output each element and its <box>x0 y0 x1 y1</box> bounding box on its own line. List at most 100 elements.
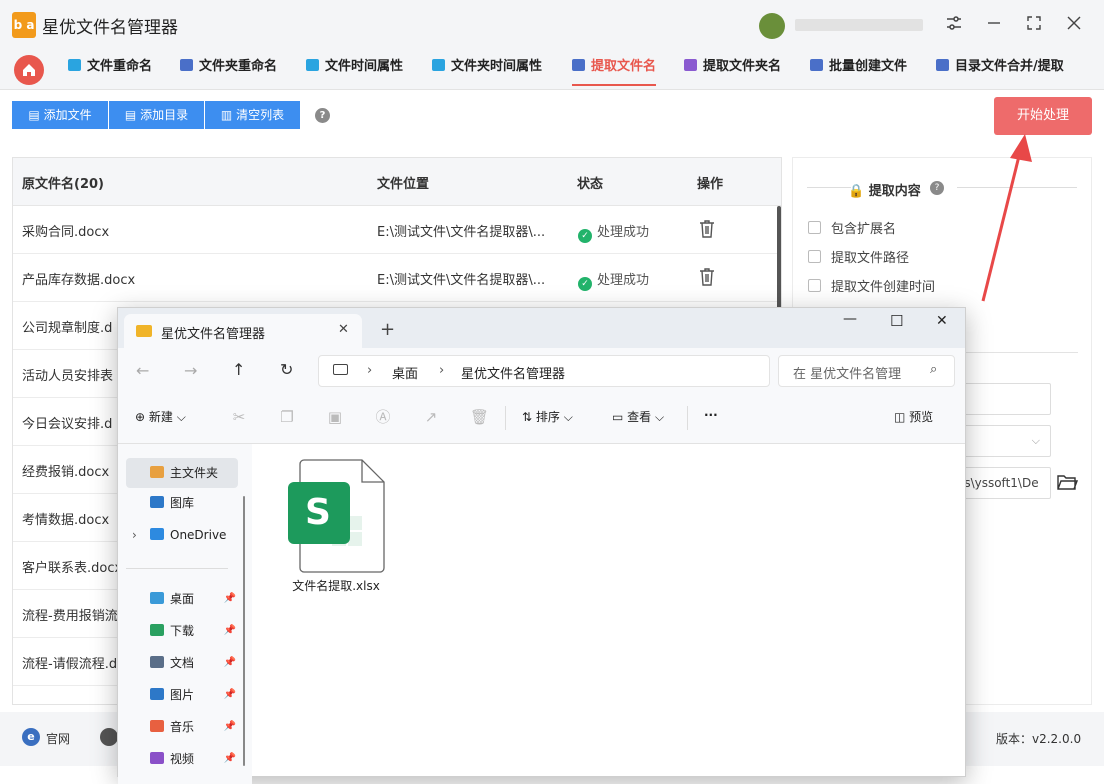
table-row[interactable]: 产品库存数据.docx E:\测试文件\文件名提取器\... ✓ 处理成功 <box>13 254 781 302</box>
sort-button[interactable]: ⇅ 排序 ⌵ <box>522 408 573 425</box>
sidebar-icon <box>150 656 164 668</box>
sidebar-item[interactable]: 桌面 📌 <box>126 584 238 614</box>
home-button[interactable] <box>14 55 44 85</box>
extract-created-time-checkbox[interactable] <box>808 279 821 292</box>
pin-icon: 📌 <box>223 689 236 700</box>
website-link[interactable]: 官网 <box>46 730 70 747</box>
extract-path-label: 提取文件路径 <box>831 251 910 266</box>
dir-merge-icon <box>936 59 949 71</box>
delete-icon[interactable]: 🗑 <box>470 408 489 426</box>
refresh-icon[interactable]: ↻ <box>280 360 293 379</box>
back-icon[interactable]: ← <box>136 361 149 380</box>
file-name: 客户联系表.docx <box>22 561 123 576</box>
forward-icon[interactable]: → <box>184 361 197 380</box>
sidebar-item[interactable]: 图库 <box>126 488 238 518</box>
folder-open-icon[interactable] <box>1056 472 1079 492</box>
extract-foldername-icon <box>684 59 697 71</box>
sidebar-icon <box>150 496 164 508</box>
computer-icon <box>333 364 348 375</box>
home-icon <box>23 64 35 76</box>
delete-row-icon[interactable] <box>698 219 716 239</box>
rename-icon[interactable]: Ⓐ <box>374 408 392 426</box>
sidebar-icon <box>150 466 164 478</box>
chevron-right-icon: › <box>132 528 137 542</box>
tab-file-time[interactable]: 文件时间属性 <box>306 50 403 86</box>
help-icon[interactable]: ? <box>315 108 330 123</box>
view-button[interactable]: ▭ 查看 ⌵ <box>612 408 664 425</box>
explorer-close-button[interactable]: ✕ <box>936 313 948 329</box>
file-time-icon <box>306 59 319 71</box>
cut-icon[interactable]: ✂ <box>230 408 248 426</box>
section-help-icon[interactable]: ? <box>930 181 944 195</box>
include-extension-checkbox[interactable] <box>808 221 821 234</box>
explorer-tab[interactable]: 星优文件名管理器 ✕ <box>124 314 362 348</box>
close-button[interactable] <box>1062 14 1086 38</box>
tab-batch-create[interactable]: 批量创建文件 <box>810 50 907 86</box>
explorer-tab-strip: 星优文件名管理器 ✕ + — ☐ ✕ <box>118 308 965 348</box>
pin-icon: 📌 <box>223 625 236 636</box>
address-bar[interactable]: › 桌面 › 星优文件名管理器 <box>318 355 770 387</box>
settings-icon[interactable] <box>942 14 966 38</box>
file-name: 今日会议安排.d <box>22 417 113 432</box>
sidebar-item[interactable]: 图片 📌 <box>126 680 238 710</box>
tab-dir-merge[interactable]: 目录文件合并/提取 <box>936 50 1064 86</box>
add-file-button[interactable]: ▤ 添加文件 <box>12 101 108 129</box>
file-location: E:\测试文件\文件名提取器\... <box>377 225 546 240</box>
user-avatar[interactable] <box>759 13 785 39</box>
success-check-icon: ✓ <box>578 229 592 243</box>
col-status[interactable]: 状态 <box>577 173 603 192</box>
new-tab-button[interactable]: + <box>380 319 395 340</box>
sidebar-item[interactable]: 文档 📌 <box>126 648 238 678</box>
new-button[interactable]: ⊕ 新建 ⌵ <box>135 408 186 425</box>
search-box[interactable]: 在 星优文件名管理 ⌕ <box>778 355 955 387</box>
sidebar-item[interactable]: 主文件夹 <box>126 458 238 488</box>
col-filename[interactable]: 原文件名(20) <box>22 173 104 192</box>
pin-icon: 📌 <box>223 593 236 604</box>
file-name: 流程-请假流程.d <box>22 657 118 672</box>
col-location[interactable]: 文件位置 <box>377 173 429 192</box>
tab-extract-foldername[interactable]: 提取文件夹名 <box>684 50 781 86</box>
chevron-down-icon: ⌵ <box>1031 434 1040 447</box>
annotation-arrow <box>981 134 1032 302</box>
tab-folder-rename[interactable]: 文件夹重命名 <box>180 50 277 86</box>
tab-extract-filename[interactable]: 提取文件名 <box>572 50 657 86</box>
copy-icon[interactable]: ❐ <box>278 408 296 426</box>
folder-icon <box>136 325 152 337</box>
up-icon[interactable]: ↑ <box>232 360 245 379</box>
status-badge: ✓ 处理成功 <box>578 221 649 243</box>
explorer-maximize-button[interactable]: ☐ <box>890 312 903 330</box>
tab-file-rename[interactable]: 文件重命名 <box>68 50 152 86</box>
divider <box>807 187 851 188</box>
search-placeholder: 在 星优文件名管理 <box>793 367 902 382</box>
app-logo-icon: b a <box>12 12 36 38</box>
minimize-button[interactable] <box>982 14 1006 38</box>
preview-button[interactable]: ◫ 预览 <box>894 408 933 425</box>
sidebar-item[interactable]: › OneDrive <box>126 520 238 550</box>
sidebar-icon <box>150 592 164 604</box>
delete-row-icon[interactable] <box>698 267 716 287</box>
excel-badge: S <box>305 492 331 533</box>
sidebar-item[interactable]: 视频 📌 <box>126 744 238 774</box>
chat-icon[interactable] <box>100 728 118 746</box>
explorer-minimize-button[interactable]: — <box>843 311 857 327</box>
tab-folder-time[interactable]: 文件夹时间属性 <box>432 50 542 86</box>
extract-path-checkbox[interactable] <box>808 250 821 263</box>
folder-rename-icon <box>180 59 193 71</box>
section-title: 🔒 提取内容 <box>848 184 921 199</box>
title-bar: b a 星优文件名管理器 <box>0 0 1104 50</box>
share-icon[interactable]: ↗ <box>422 408 440 426</box>
breadcrumb-folder[interactable]: 星优文件名管理器 <box>461 363 565 382</box>
table-row[interactable]: 采购合同.docx E:\测试文件\文件名提取器\... ✓ 处理成功 <box>13 206 781 254</box>
file-item[interactable]: S 文件名提取.xlsx <box>286 458 386 598</box>
more-options-button[interactable]: ··· <box>704 408 718 422</box>
tab-close-icon[interactable]: ✕ <box>338 322 349 337</box>
maximize-button[interactable] <box>1022 14 1046 38</box>
add-directory-button[interactable]: ▤ 添加目录 <box>109 101 204 129</box>
clear-list-button[interactable]: ▥ 清空列表 <box>205 101 300 129</box>
sidebar-item[interactable]: 下载 📌 <box>126 616 238 646</box>
breadcrumb-desktop[interactable]: 桌面 <box>392 363 418 382</box>
paste-icon[interactable]: ▣ <box>326 408 344 426</box>
sidebar-scrollbar[interactable] <box>243 496 245 766</box>
sidebar-item[interactable]: 音乐 📌 <box>126 712 238 742</box>
website-icon[interactable]: e <box>22 728 40 746</box>
